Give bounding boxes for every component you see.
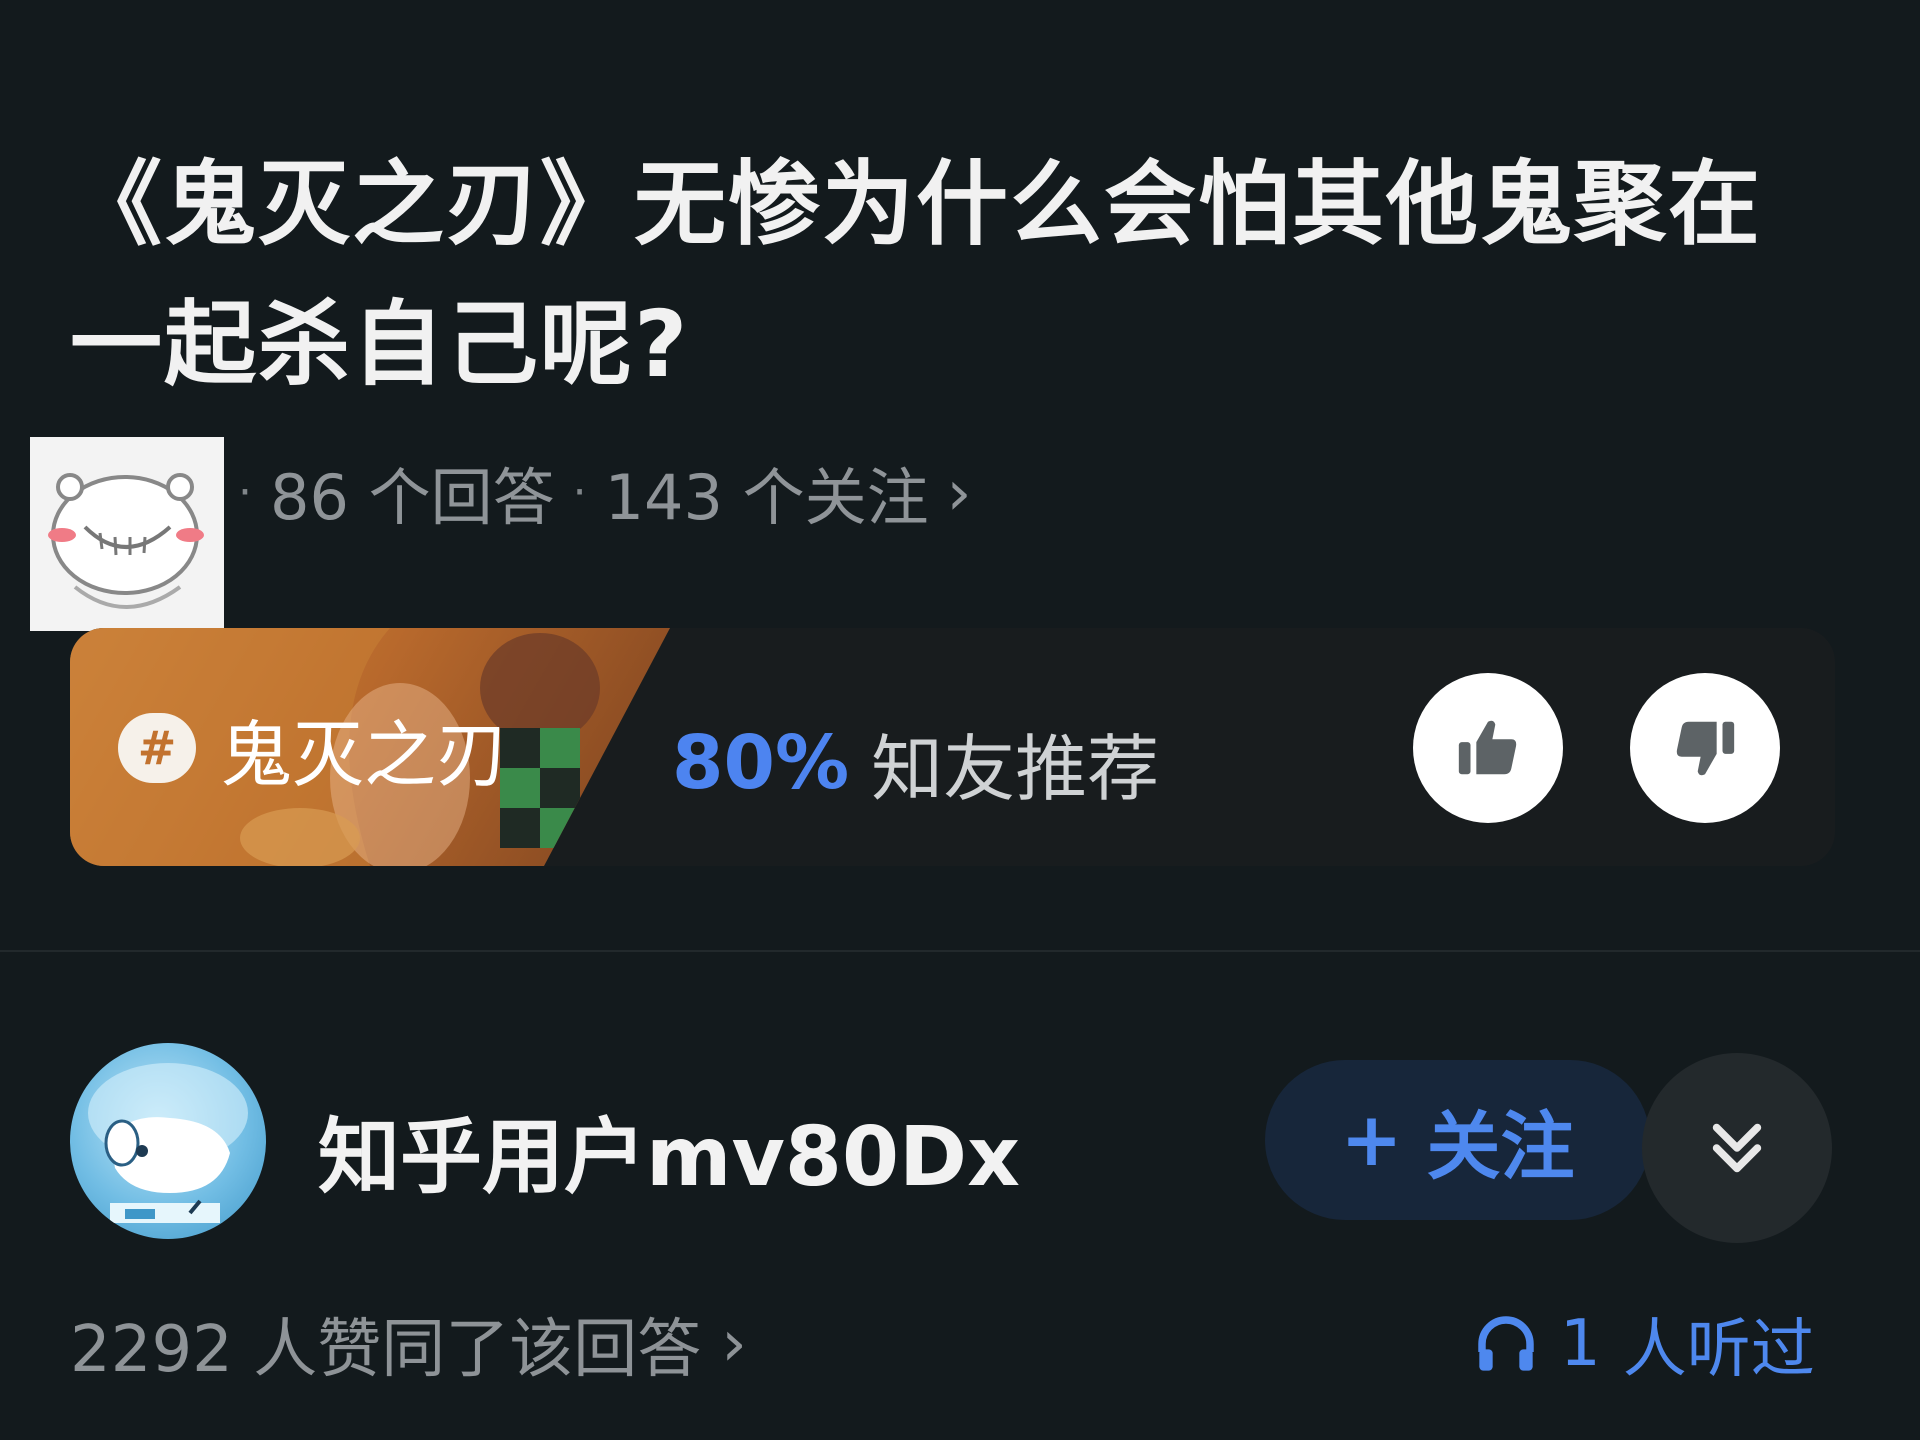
- recommend-percent: 80%: [672, 719, 850, 806]
- separator-dot: ·: [572, 466, 587, 518]
- author-name[interactable]: 知乎用户mv80Dx: [318, 1090, 1020, 1209]
- followers-count: 143 个关注: [604, 461, 929, 534]
- listened-count: 1: [1560, 1307, 1601, 1381]
- dog-avatar-icon: [88, 1063, 248, 1223]
- follow-label: 关注: [1426, 1103, 1575, 1190]
- double-chevron-down-icon: [1712, 1123, 1762, 1173]
- chevron-right-icon: ›: [721, 1307, 747, 1381]
- likes-text: 2292 人赞同了该回答: [70, 1313, 702, 1387]
- smiling-sticker-icon: [30, 437, 224, 631]
- collapse-button[interactable]: [1642, 1053, 1832, 1243]
- likes-summary[interactable]: 2292 人赞同了该回答 ›: [70, 1298, 747, 1390]
- topic-hash-icon: #: [118, 713, 196, 783]
- answers-count: 86 个回答: [270, 461, 555, 534]
- listened-label: 人听过: [1622, 1313, 1815, 1387]
- topic-chip[interactable]: # 鬼灭之刃: [118, 708, 508, 797]
- plus-icon: +: [1340, 1097, 1403, 1183]
- section-divider: [0, 950, 1920, 952]
- chevron-right-icon[interactable]: ›: [947, 456, 972, 529]
- thumbs-up-button[interactable]: [1413, 673, 1563, 823]
- listened-summary[interactable]: 1 人听过: [1474, 1298, 1815, 1390]
- separator-dot: ·: [238, 466, 252, 518]
- follow-button[interactable]: + 关注: [1265, 1060, 1650, 1220]
- thumbs-down-icon: [1676, 721, 1735, 776]
- sticker-image: [30, 437, 224, 631]
- recommend-label: 知友推荐: [871, 727, 1160, 811]
- topic-name: 鬼灭之刃: [220, 712, 509, 797]
- headphones-icon: [1478, 1316, 1534, 1371]
- thumbs-down-button[interactable]: [1630, 673, 1780, 823]
- thumbs-up-icon: [1458, 720, 1517, 775]
- author-avatar[interactable]: [70, 1043, 266, 1239]
- question-meta[interactable]: · 86 个回答 · 143 个关注 ›: [238, 452, 972, 535]
- topic-card: # 鬼灭之刃 80% 知友推荐: [70, 628, 1835, 866]
- recommend-rate: 80% 知友推荐: [672, 710, 1159, 815]
- question-title[interactable]: 《鬼灭之刃》无惨为什么会怕其他鬼聚在一起杀自己呢?: [70, 135, 1810, 415]
